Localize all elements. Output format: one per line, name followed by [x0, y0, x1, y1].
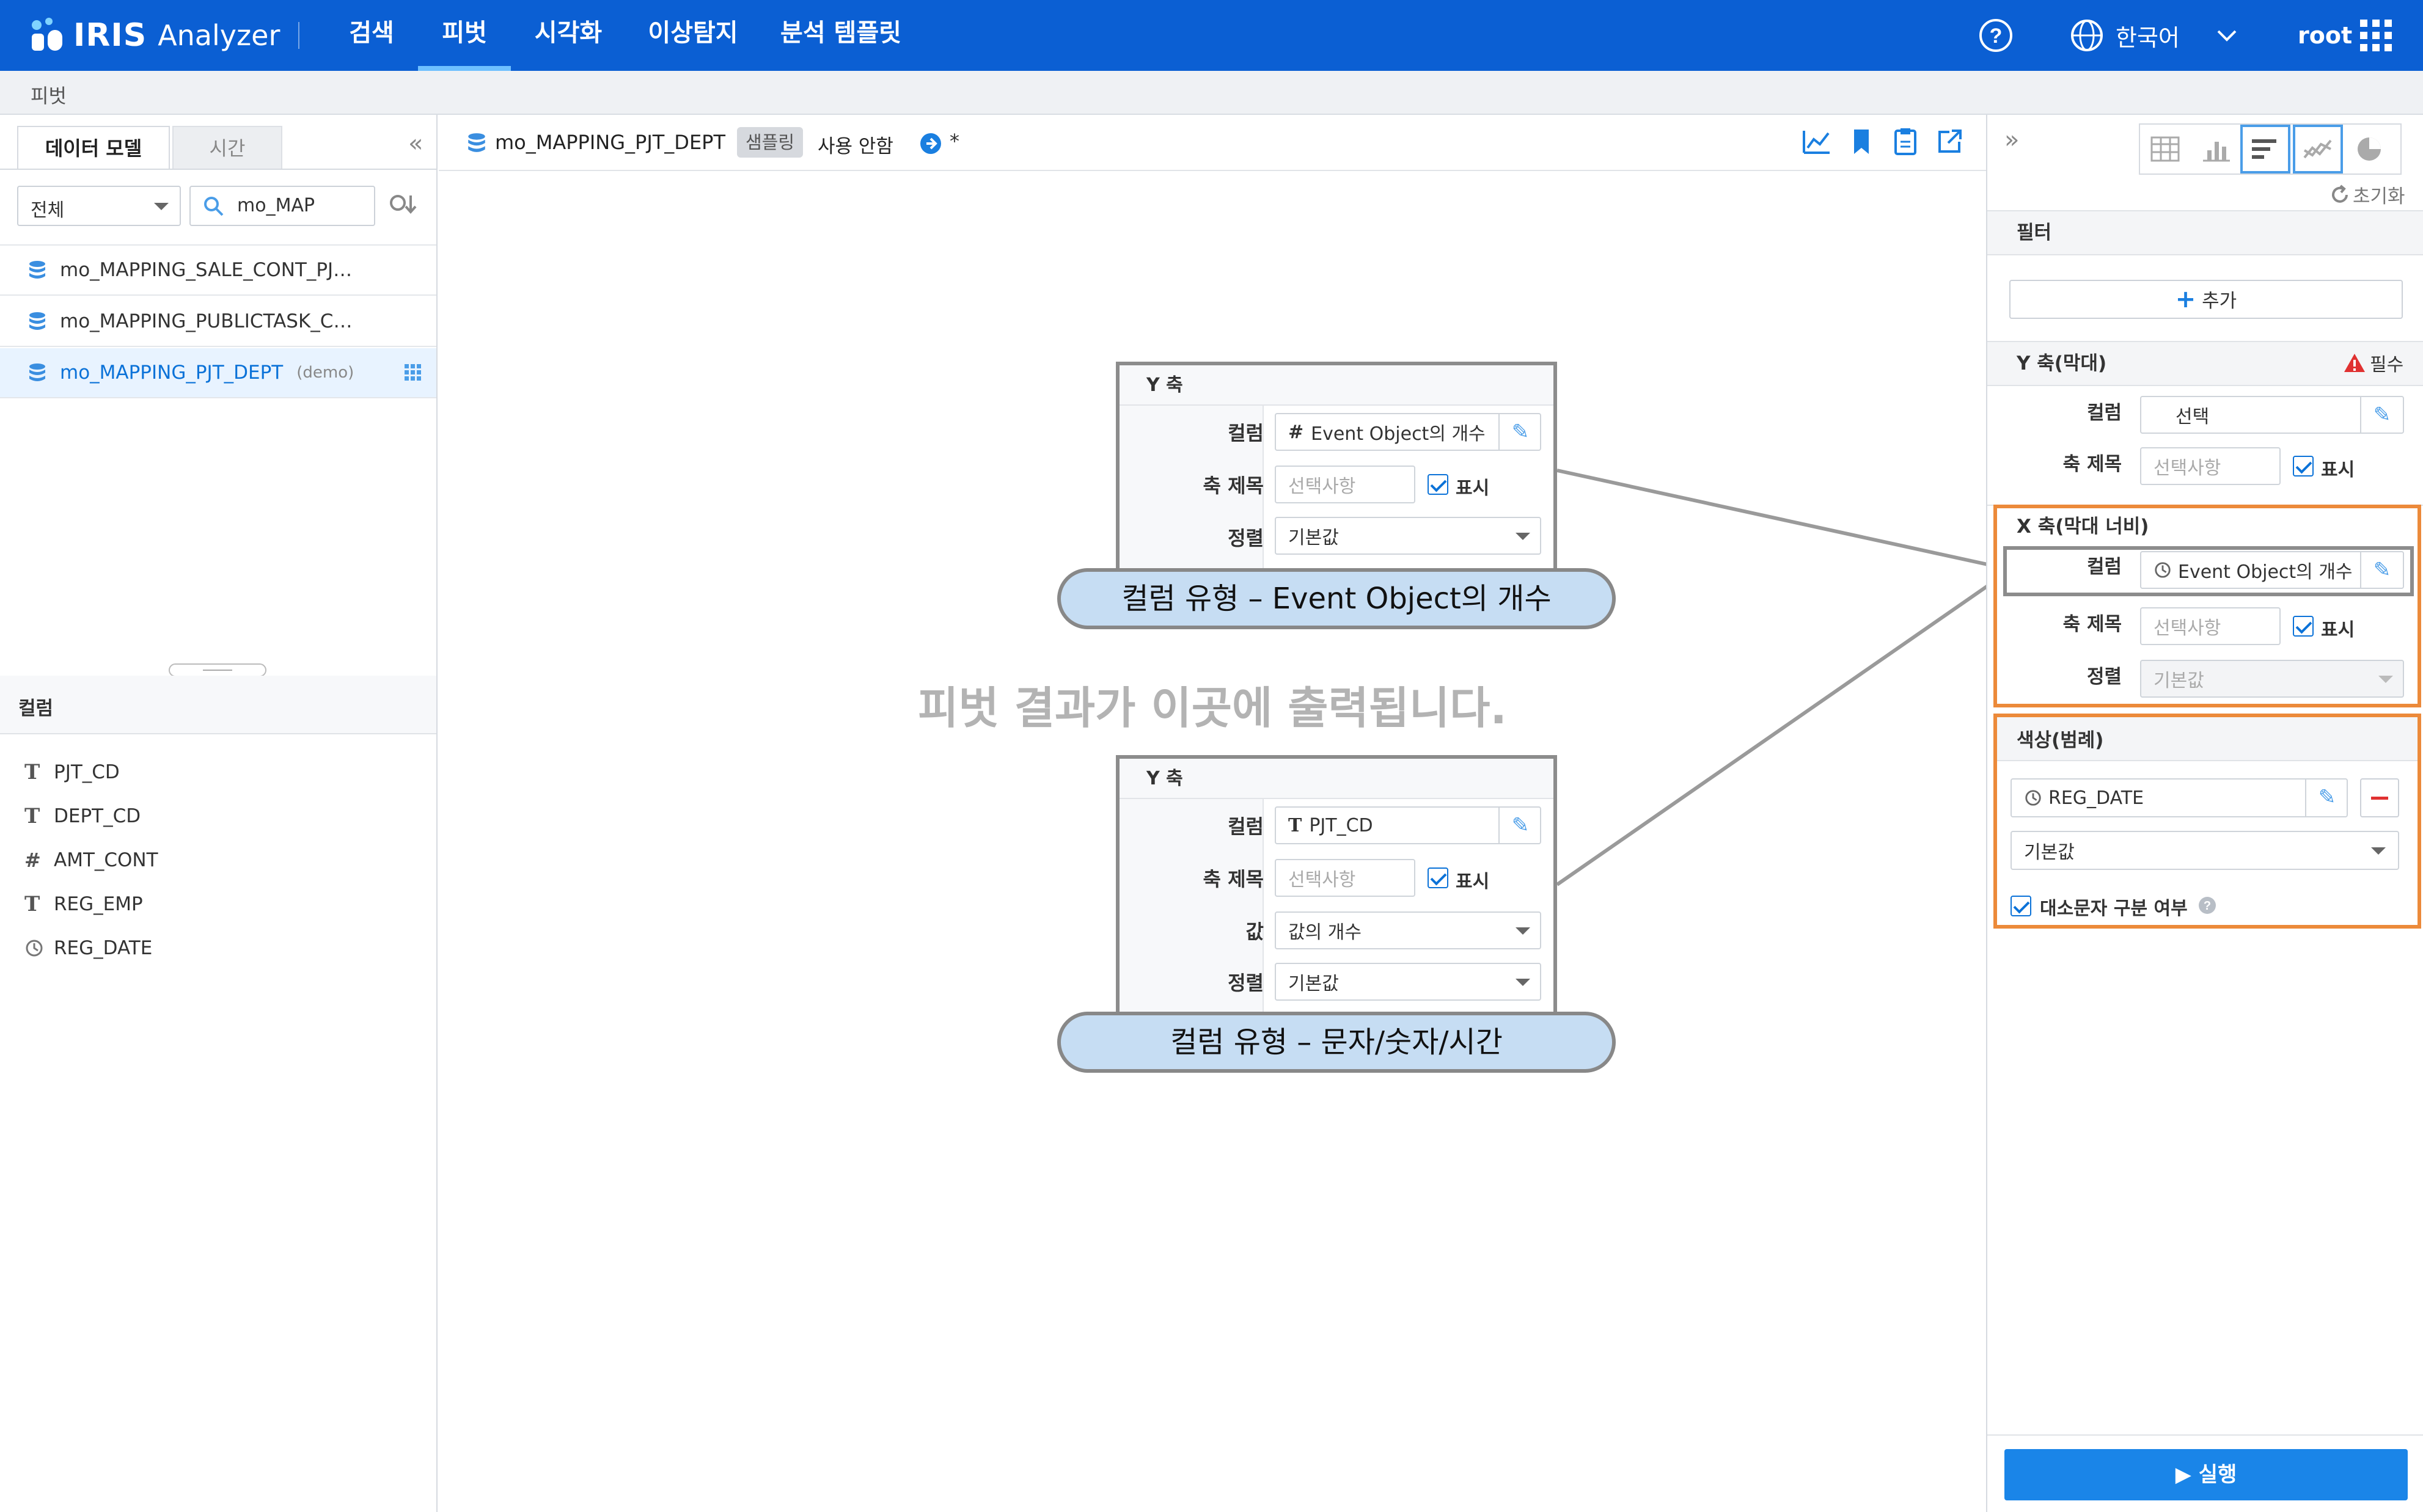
x-sort-value: 기본값 [2154, 670, 2204, 692]
caret-down-icon [1516, 927, 1530, 935]
show-checkbox[interactable] [1428, 867, 1448, 888]
bar-chart-icon[interactable] [2240, 125, 2290, 173]
value-select[interactable]: 값의 개수 [1275, 911, 1541, 949]
column-chart-icon[interactable] [2191, 125, 2242, 173]
run-label: 실행 [2198, 1463, 2237, 1487]
pencil-icon[interactable]: ✎ [2305, 778, 2348, 816]
pie-chart-icon[interactable] [2344, 125, 2394, 173]
plus-icon: + [2175, 285, 2196, 313]
column-label: 컬럼 [1228, 422, 1264, 445]
run-button[interactable]: ▶ 실행 [2004, 1449, 2408, 1500]
y-axis-title-label: 축 제목 [2062, 453, 2122, 475]
required-indicator: 필수 [2343, 349, 2403, 376]
sort-value: 기본값 [1288, 973, 1339, 995]
y-axis-title: Y 축(막대) [2017, 352, 2107, 374]
axis-title-input[interactable]: 선택사항 [1275, 859, 1415, 897]
svg-text:?: ? [2204, 899, 2211, 913]
x-column-value: Event Object의 개수 [2178, 561, 2353, 583]
x-column-label: 컬럼 [2086, 556, 2122, 578]
clock-icon [2025, 790, 2041, 806]
clock-icon [2155, 562, 2171, 578]
x-axis-title-label: 축 제목 [2062, 613, 2122, 635]
color-legend-title: 색상(범례) [2017, 729, 2104, 751]
reset-label: 초기화 [2353, 186, 2405, 208]
value-label: 값 [1245, 920, 1264, 943]
y-axis-title-input[interactable]: 선택사항 [2140, 447, 2281, 485]
x-sort-label: 정렬 [2086, 666, 2122, 688]
chart-settings-panel: » 초기화 필터 + 추가 Y 축(막대) 필수 컬럼 선택 ✎ 축 제목 선택… [1986, 115, 2423, 1512]
color-sort-value: 기본값 [2024, 842, 2075, 863]
line-chart-type-icon[interactable] [2293, 125, 2343, 173]
add-filter-button[interactable]: + 추가 [2009, 280, 2403, 319]
sort-select[interactable]: 기본값 [1275, 517, 1541, 555]
color-column-value: REG_DATE [2048, 787, 2144, 809]
callout-label-column-type-count: 컬럼 유형 – Event Object의 개수 [1057, 568, 1616, 629]
pencil-icon[interactable]: ✎ [2360, 396, 2403, 434]
callout-title: Y 축 [1120, 365, 1553, 406]
remove-color-button[interactable] [2360, 778, 2399, 817]
show-label: 표시 [1456, 871, 1490, 893]
number-type-icon: # [1288, 421, 1304, 443]
callout-title: Y 축 [1120, 759, 1553, 799]
sort-value: 기본값 [1288, 527, 1339, 549]
show-checkbox[interactable] [1428, 474, 1448, 495]
color-column-field[interactable]: REG_DATE ✎ [2011, 778, 2348, 817]
x-axis-title-input[interactable]: 선택사항 [2140, 607, 2281, 645]
column-label: 컬럼 [1228, 815, 1264, 838]
value-value: 값의 개수 [1288, 922, 1362, 943]
x-axis-title: X 축(막대 너비) [2017, 516, 2149, 538]
caret-down-icon [1516, 979, 1530, 986]
axis-title-label: 축 제목 [1203, 867, 1264, 891]
pencil-icon[interactable]: ✎ [2360, 551, 2403, 589]
caret-down-icon [1516, 533, 1530, 540]
axis-title-label: 축 제목 [1203, 474, 1264, 497]
sort-label: 정렬 [1228, 971, 1264, 995]
expand-panel-icon[interactable]: » [2004, 126, 2019, 154]
axis-title-input[interactable]: 선택사항 [1275, 466, 1415, 503]
pencil-icon[interactable]: ✎ [1498, 806, 1541, 844]
add-filter-label: 추가 [2202, 290, 2237, 312]
play-icon: ▶ [2175, 1463, 2191, 1487]
show-label: 표시 [1456, 478, 1490, 499]
column-field[interactable]: T PJT_CD ✎ [1275, 806, 1541, 844]
callout-label-column-type-any: 컬럼 유형 – 문자/숫자/시간 [1057, 1012, 1616, 1073]
sort-select[interactable]: 기본값 [1275, 963, 1541, 1001]
warning-icon [2344, 354, 2365, 372]
y-show-label: 표시 [2321, 459, 2355, 481]
case-sensitive-label: 대소문자 구분 여부 [2040, 898, 2188, 919]
x-column-select[interactable]: Event Object의 개수 ✎ [2140, 551, 2404, 589]
reset-button[interactable]: 초기화 [2330, 181, 2405, 208]
x-sort-select[interactable]: 기본값 [2140, 660, 2404, 698]
y-axis-callout-top: Y 축 컬럼 # Event Object의 개수 ✎ 축 제목 선택사항 표시… [1116, 362, 1557, 575]
pencil-icon[interactable]: ✎ [1498, 413, 1541, 451]
color-sort-select[interactable]: 기본값 [2011, 831, 2399, 870]
column-value: Event Object의 개수 [1311, 423, 1486, 445]
minus-icon [2371, 797, 2388, 800]
x-show-checkbox[interactable] [2293, 616, 2314, 637]
y-column-value: 선택 [2176, 406, 2210, 428]
table-chart-icon[interactable] [2140, 125, 2190, 173]
caret-down-icon [2371, 847, 2386, 855]
x-show-label: 표시 [2321, 619, 2355, 641]
text-type-icon: T [1288, 814, 1302, 836]
y-column-select[interactable]: 선택 ✎ [2140, 396, 2404, 434]
refresh-icon [2332, 184, 2348, 203]
y-show-checkbox[interactable] [2293, 456, 2314, 477]
caret-down-icon [2378, 676, 2393, 683]
sort-label: 정렬 [1228, 527, 1264, 550]
required-label: 필수 [2370, 354, 2404, 376]
y-axis-callout-bottom: Y 축 컬럼 T PJT_CD ✎ 축 제목 선택사항 표시 값 값의 개수 정… [1116, 755, 1557, 1019]
case-sensitive-checkbox[interactable] [2011, 896, 2031, 916]
filter-header: 필터 [1987, 210, 2423, 255]
help-icon[interactable]: ? [2198, 896, 2217, 915]
column-field[interactable]: # Event Object의 개수 ✎ [1275, 413, 1541, 451]
column-value: PJT_CD [1309, 814, 1373, 836]
y-column-label: 컬럼 [2086, 402, 2122, 424]
